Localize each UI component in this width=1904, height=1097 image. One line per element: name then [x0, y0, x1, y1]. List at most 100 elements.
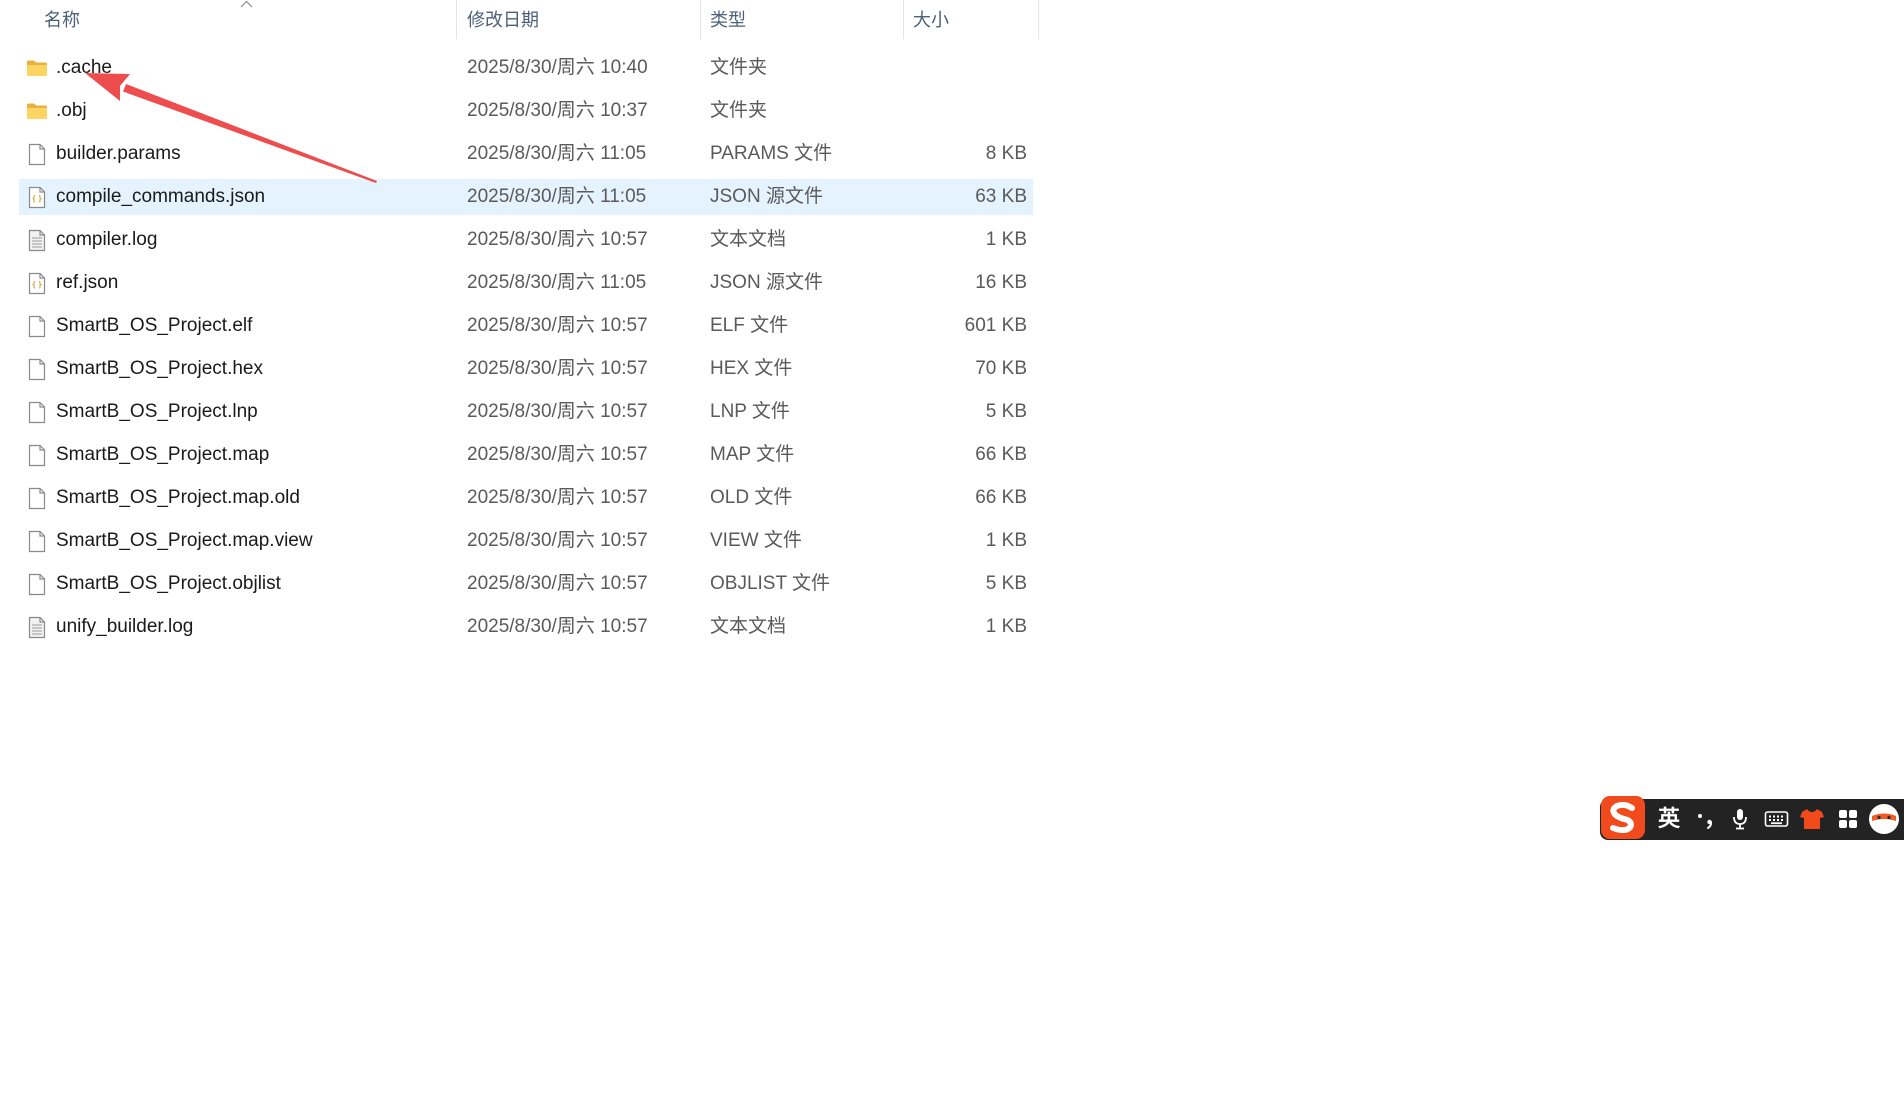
file-row[interactable]: SmartB_OS_Project.elf 2025/8/30/周六 10:57 E… [19, 308, 1033, 344]
file-date-modified: 2025/8/30/周六 10:37 [467, 100, 648, 121]
file-size: 66 KB [975, 487, 1027, 508]
file-size: 16 KB [975, 272, 1027, 293]
file-date-modified: 2025/8/30/周六 10:57 [467, 358, 648, 379]
column-header-label: 大小 [913, 10, 949, 30]
file-row[interactable]: SmartB_OS_Project.lnp 2025/8/30/周六 10:57 L… [19, 394, 1033, 430]
file-type: PARAMS 文件 [710, 143, 833, 164]
file-icon [25, 480, 49, 516]
file-type: VIEW 文件 [710, 530, 802, 551]
microphone-icon[interactable] [1730, 807, 1750, 831]
file-icon [25, 566, 49, 602]
json-file-icon [25, 179, 49, 215]
file-size: 70 KB [975, 358, 1027, 379]
file-date-modified: 2025/8/30/周六 10:57 [467, 487, 648, 508]
file-type: HEX 文件 [710, 358, 793, 379]
file-type: 文本文档 [710, 229, 787, 250]
file-date-modified: 2025/8/30/周六 10:57 [467, 229, 648, 250]
text-file-icon [25, 609, 49, 645]
file-date-modified: 2025/8/30/周六 10:40 [467, 57, 648, 78]
file-type: 文件夹 [710, 100, 768, 121]
file-name: compiler.log [56, 229, 158, 250]
json-file-icon [25, 265, 49, 301]
file-name: .obj [56, 100, 87, 121]
file-size: 1 KB [985, 229, 1027, 250]
column-header-size[interactable]: 大小 [904, 0, 1038, 40]
file-date-modified: 2025/8/30/周六 10:57 [467, 530, 648, 551]
file-row[interactable]: .cache 2025/8/30/周六 10:40 文件夹 [19, 50, 1033, 86]
file-type: OLD 文件 [710, 487, 793, 508]
avatar-icon[interactable] [1867, 802, 1901, 836]
file-type: 文件夹 [710, 57, 768, 78]
file-icon [25, 308, 49, 344]
file-date-modified: 2025/8/30/周六 10:57 [467, 573, 648, 594]
file-type: JSON 源文件 [710, 272, 823, 293]
column-divider[interactable] [1038, 0, 1039, 39]
file-size: 1 KB [985, 616, 1027, 637]
file-row[interactable]: compiler.log 2025/8/30/周六 10:57 文本文档 1 KB [19, 222, 1033, 258]
file-icon [25, 136, 49, 172]
file-name: unify_builder.log [56, 616, 194, 637]
file-row[interactable]: unify_builder.log 2025/8/30/周六 10:57 文本文档 1… [19, 609, 1033, 645]
file-date-modified: 2025/8/30/周六 10:57 [467, 616, 648, 637]
file-row[interactable]: SmartB_OS_Project.objlist 2025/8/30/周六 10… [19, 566, 1033, 602]
file-size: 601 KB [964, 315, 1027, 336]
column-header-label: 类型 [710, 10, 746, 30]
file-icon [25, 394, 49, 430]
file-name: builder.params [56, 143, 181, 164]
file-date-modified: 2025/8/30/周六 11:05 [467, 186, 647, 207]
file-name: ref.json [56, 272, 119, 293]
ime-language-toggle[interactable]: 英 [1656, 799, 1682, 840]
file-size: 66 KB [975, 444, 1027, 465]
file-date-modified: 2025/8/30/周六 10:57 [467, 444, 648, 465]
file-size: 8 KB [985, 143, 1027, 164]
file-name: SmartB_OS_Project.objlist [56, 573, 281, 594]
column-header-label: 名称 [44, 10, 80, 30]
file-name: SmartB_OS_Project.elf [56, 315, 253, 336]
chevron-up-icon [240, 0, 253, 8]
file-name: SmartB_OS_Project.map.view [56, 530, 313, 551]
file-type: JSON 源文件 [710, 186, 823, 207]
text-file-icon [25, 222, 49, 258]
sogou-logo-icon[interactable] [1600, 795, 1646, 840]
file-row[interactable]: SmartB_OS_Project.hex 2025/8/30/周六 10:57 H… [19, 351, 1033, 387]
file-list: .cache 2025/8/30/周六 10:40 文件夹 .obj 2025/8/30… [19, 50, 1033, 652]
file-row[interactable]: .obj 2025/8/30/周六 10:37 文件夹 [19, 93, 1033, 129]
file-name: SmartB_OS_Project.hex [56, 358, 263, 379]
file-size: 63 KB [975, 186, 1027, 207]
folder-icon [25, 93, 49, 129]
ime-toolbar: 英 [1600, 796, 1904, 840]
file-size: 1 KB [985, 530, 1027, 551]
file-row[interactable]: compile_commands.json 2025/8/30/周六 11:05 J… [19, 179, 1033, 215]
file-name: SmartB_OS_Project.map [56, 444, 270, 465]
file-name: compile_commands.json [56, 186, 266, 207]
file-type: LNP 文件 [710, 401, 790, 422]
file-icon [25, 523, 49, 559]
file-name: SmartB_OS_Project.lnp [56, 401, 258, 422]
column-header-type[interactable]: 类型 [701, 0, 903, 40]
file-date-modified: 2025/8/30/周六 11:05 [467, 272, 647, 293]
column-header-date-modified[interactable]: 修改日期 [457, 0, 700, 40]
punctuation-icon[interactable] [1695, 807, 1715, 831]
file-date-modified: 2025/8/30/周六 11:05 [467, 143, 647, 164]
file-type: MAP 文件 [710, 444, 795, 465]
toolbox-icon[interactable] [1837, 808, 1859, 830]
skin-icon[interactable] [1799, 807, 1825, 831]
file-row[interactable]: ref.json 2025/8/30/周六 11:05 JSON 源文件 16 KB [19, 265, 1033, 301]
file-date-modified: 2025/8/30/周六 10:57 [467, 315, 648, 336]
keyboard-icon[interactable] [1764, 809, 1789, 829]
column-header-label: 修改日期 [467, 10, 539, 30]
file-type: OBJLIST 文件 [710, 573, 831, 594]
file-row[interactable]: SmartB_OS_Project.map.old 2025/8/30/周六 10… [19, 480, 1033, 516]
file-date-modified: 2025/8/30/周六 10:57 [467, 401, 648, 422]
file-row[interactable]: builder.params 2025/8/30/周六 11:05 PARAMS 文… [19, 136, 1033, 172]
column-header-bar: 名称 修改日期 类型 大小 [0, 0, 1040, 40]
file-name: .cache [56, 57, 112, 78]
file-row[interactable]: SmartB_OS_Project.map.view 2025/8/30/周六 1… [19, 523, 1033, 559]
file-size: 5 KB [985, 401, 1027, 422]
file-type: 文本文档 [710, 616, 787, 637]
file-row[interactable]: SmartB_OS_Project.map 2025/8/30/周六 10:57 M… [19, 437, 1033, 473]
file-icon [25, 351, 49, 387]
file-name: SmartB_OS_Project.map.old [56, 487, 300, 508]
file-icon [25, 437, 49, 473]
column-header-name[interactable]: 名称 [0, 0, 456, 40]
